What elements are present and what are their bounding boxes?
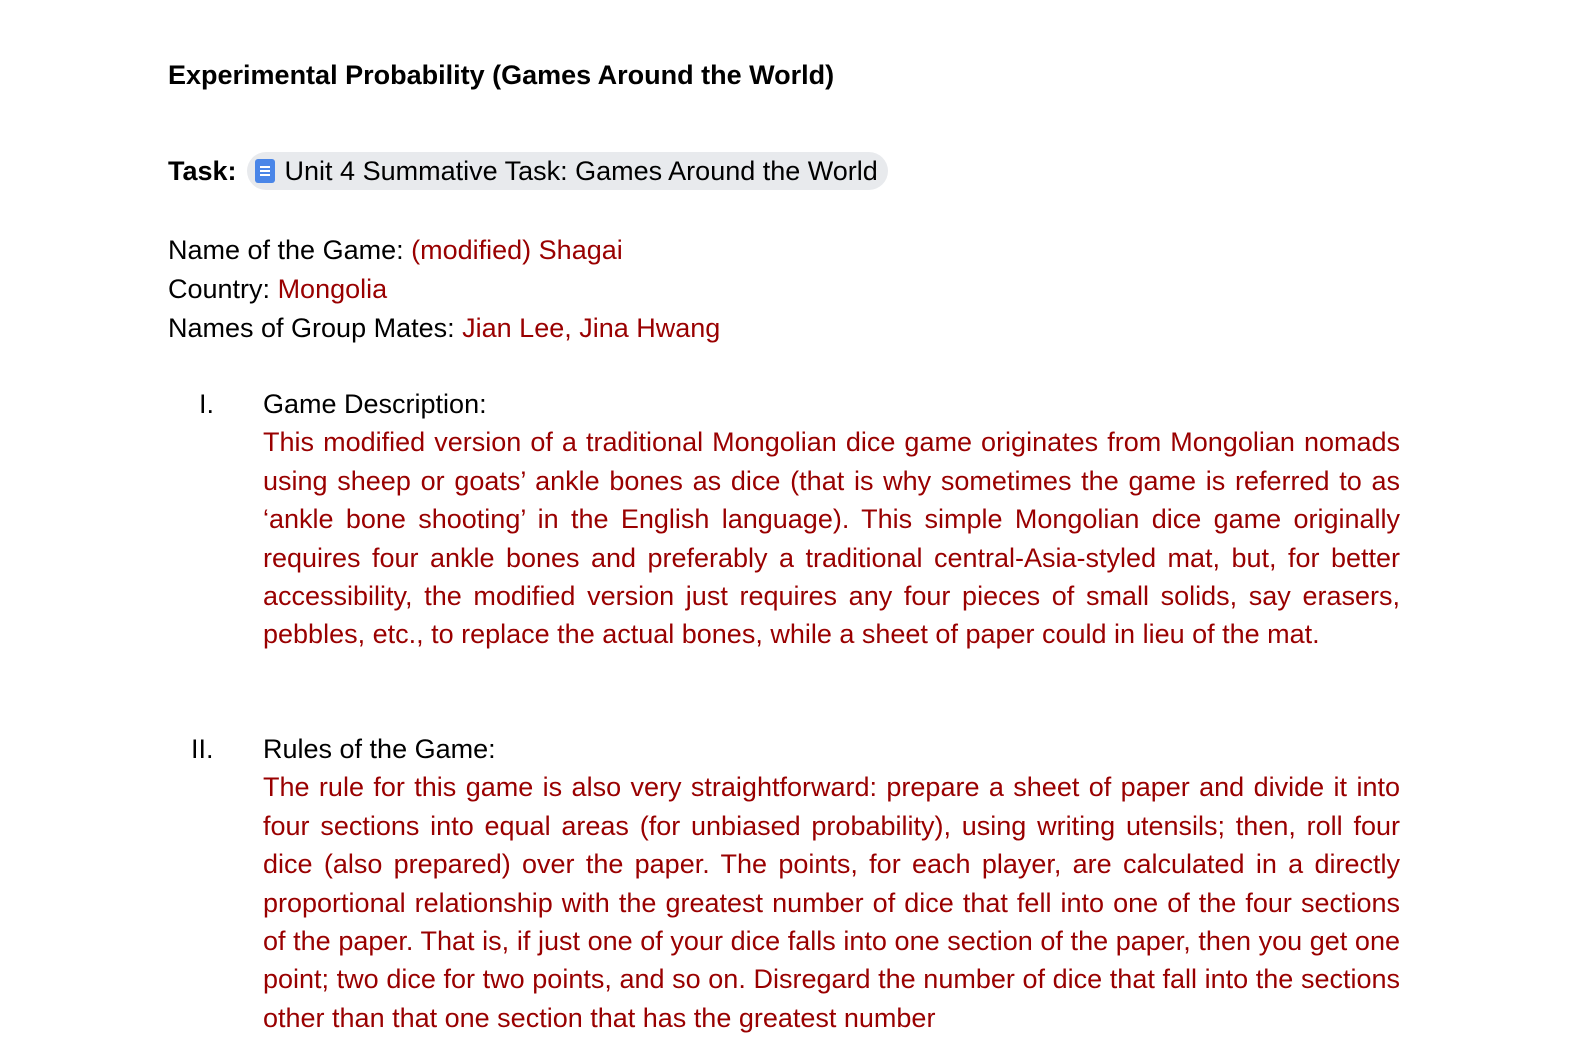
task-doc-link-chip[interactable]: Unit 4 Summative Task: Games Around the … (246, 152, 888, 190)
group-mates-line: Names of Group Mates: Jian Lee, Jina Hwa… (168, 309, 720, 348)
game-name-label: Name of the Game: (168, 235, 404, 265)
document-page: Experimental Probability (Games Around t… (0, 0, 1586, 1044)
country-label: Country: (168, 274, 271, 304)
game-name-line: Name of the Game: (modified) Shagai (168, 231, 720, 270)
country-line: Country: Mongolia (168, 270, 720, 309)
task-line: Task: Unit 4 Summative Task: Games Aroun… (168, 152, 888, 190)
section-numeral: II. (191, 734, 214, 764)
game-name-value: (modified) Shagai (411, 235, 623, 265)
section-game-description: I. Game Description: This modified versi… (168, 385, 1400, 654)
section-heading: Game Description: (263, 389, 487, 419)
country-value: Mongolia (277, 274, 388, 304)
section-numeral: I. (199, 389, 215, 419)
group-mates-value: Jian Lee, Jina Hwang (462, 313, 721, 343)
game-info: Name of the Game: (modified) Shagai Coun… (168, 231, 720, 348)
page-title: Experimental Probability (Games Around t… (168, 60, 835, 90)
section-heading: Rules of the Game: (263, 734, 496, 764)
group-mates-label: Names of Group Mates: (168, 313, 455, 343)
section-body: This modified version of a traditional M… (263, 427, 1400, 650)
task-label: Task: (168, 155, 237, 186)
section-body: The rule for this game is also very stra… (263, 772, 1400, 1033)
google-docs-icon (254, 159, 275, 183)
task-doc-link-text: Unit 4 Summative Task: Games Around the … (284, 155, 878, 186)
section-rules: II. Rules of the Game: The rule for this… (168, 730, 1400, 1037)
